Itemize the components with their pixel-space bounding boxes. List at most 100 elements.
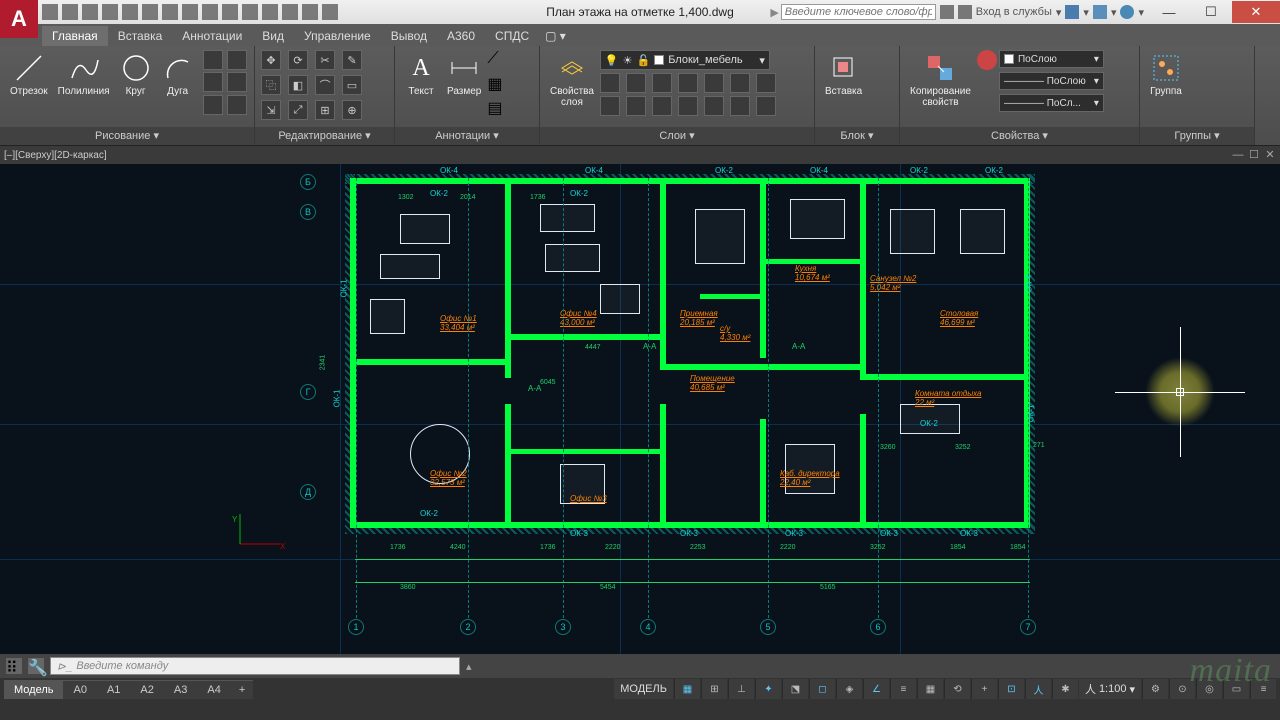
layout-tab[interactable]: A0 [63,680,96,699]
line-button[interactable]: Отрезок [6,50,52,99]
copy-icon[interactable]: ⿻ [261,75,281,95]
ribbon-tab-annotate[interactable]: Аннотации [172,26,252,46]
ribbon-tab-insert[interactable]: Вставка [108,26,173,46]
drawing-canvas[interactable]: Офис №133,404 м² Офис №232,573 м² Офис №… [0,164,1280,654]
ribbon-tab-output[interactable]: Вывод [381,26,437,46]
layer-tool-icon[interactable] [704,96,724,116]
annovisibility-icon[interactable]: ✱ [1052,679,1078,699]
group-button[interactable]: Группа [1146,50,1186,99]
annomonitor-toggle[interactable]: + [971,679,997,699]
scale-icon[interactable]: ⤢ [288,100,308,120]
stretch-icon[interactable]: ⇲ [261,100,281,120]
draw-tool-icon[interactable] [203,72,223,92]
group-tool-icon[interactable] [1188,50,1208,70]
search-input[interactable] [781,4,936,20]
layer-combo[interactable]: 💡 ☀ 🔓 Блоки_мебель ▾ [600,50,770,70]
linetype-combo[interactable]: ———— ПоСл...▾ [999,94,1104,112]
otrack-toggle[interactable]: ∠ [863,679,889,699]
app-logo[interactable]: A [0,0,38,38]
layer-tool-icon[interactable] [600,96,620,116]
circle-button[interactable]: Круг [116,50,156,99]
draw-tool-icon[interactable] [227,95,247,115]
ribbon-tab-view[interactable]: Вид [252,26,294,46]
rotate-icon[interactable]: ⟳ [288,50,308,70]
cmd-recent-icon[interactable]: ▴ [466,660,472,673]
cycling-toggle[interactable]: ⟲ [944,679,970,699]
lineweight-combo[interactable]: ———— ПоСлою▾ [999,72,1104,90]
close-button[interactable]: ✕ [1232,1,1280,23]
panel-title[interactable]: Рисование ▾ [0,127,254,145]
layer-properties-button[interactable]: Свойстваслоя [546,50,598,110]
ribbon-tab-a360[interactable]: A360 [437,26,485,46]
layout-tab[interactable]: A4 [197,680,230,699]
viewport-maximize-icon[interactable]: ☐ [1248,149,1260,161]
layer-tool-icon[interactable] [626,96,646,116]
qat-icon[interactable] [242,4,258,20]
layer-tool-icon[interactable] [600,73,620,93]
workspace-icon[interactable]: ⚙ [1142,679,1168,699]
panel-title[interactable]: Блок ▾ [815,127,899,145]
model-space-button[interactable]: МОДЕЛЬ [614,679,673,699]
qat-save-icon[interactable] [82,4,98,20]
cleanscreen-icon[interactable]: ▭ [1223,679,1249,699]
arc-button[interactable]: Дуга [158,50,198,99]
ribbon-tab-home[interactable]: Главная [42,26,108,46]
layout-tab[interactable]: A1 [97,680,130,699]
qat-icon[interactable] [202,4,218,20]
layer-tool-icon[interactable] [678,73,698,93]
viewport-close-icon[interactable]: ✕ [1264,149,1276,161]
dimension-button[interactable]: Размер [443,50,485,99]
trim-icon[interactable]: ✂ [315,50,335,70]
qat-redo-icon[interactable] [162,4,178,20]
layer-tool-icon[interactable] [652,73,672,93]
draw-tool-icon[interactable] [203,95,223,115]
annoscale-icon[interactable]: 人 [1025,679,1051,699]
panel-title[interactable]: Слои ▾ [540,127,814,145]
ribbon-tab-manage[interactable]: Управление [294,26,381,46]
isolate-icon[interactable]: ◎ [1196,679,1222,699]
scale-button[interactable]: 人1:100▾ [1079,679,1141,699]
layer-tool-icon[interactable] [626,73,646,93]
draw-tool-icon[interactable] [227,50,247,70]
exchange-icon[interactable] [1065,5,1079,19]
qat-open-icon[interactable] [62,4,78,20]
tool-icon[interactable]: ▭ [342,75,362,95]
transparency-toggle[interactable]: ▦ [917,679,943,699]
qat-new-icon[interactable] [42,4,58,20]
maximize-button[interactable]: ☐ [1190,1,1232,23]
text-button[interactable]: AТекст [401,50,441,99]
group-tool-icon[interactable] [1188,72,1208,92]
layer-tool-icon[interactable] [678,96,698,116]
panel-title[interactable]: Редактирование ▾ [255,127,394,145]
layer-tool-icon[interactable] [704,73,724,93]
layout-tab-model[interactable]: Модель [4,680,63,699]
mirror-icon[interactable]: ◧ [288,75,308,95]
viewport-label[interactable]: [–][Сверху][2D-каркас] [4,150,107,161]
viewport-minimize-icon[interactable]: — [1232,149,1244,161]
block-tool-icon[interactable] [868,72,888,92]
signin-area[interactable]: Вход в службы ▾ ▾ ▾ ▾ [936,5,1148,19]
layer-tool-icon[interactable] [730,96,750,116]
group-tool-icon[interactable] [1188,94,1208,114]
layer-tool-icon[interactable] [652,96,672,116]
cmd-handle-icon[interactable]: ⠿ [6,658,22,674]
prop-icon[interactable] [977,72,997,92]
qat-icon[interactable] [262,4,278,20]
insert-block-button[interactable]: Вставка [821,50,866,99]
qat-icon[interactable] [182,4,198,20]
array-icon[interactable]: ⊞ [315,100,335,120]
color-wheel-icon[interactable] [977,50,997,70]
hardware-accel-icon[interactable]: ⊙ [1169,679,1195,699]
layer-tool-icon[interactable] [756,96,776,116]
qat-print-icon[interactable] [122,4,138,20]
polar-toggle[interactable]: ✦ [755,679,781,699]
qat-undo-icon[interactable] [142,4,158,20]
qat-dropdown-icon[interactable] [322,4,338,20]
ortho-toggle[interactable]: ⊥ [728,679,754,699]
polyline-button[interactable]: Полилиния [54,50,114,99]
qat-saveas-icon[interactable] [102,4,118,20]
panel-title[interactable]: Аннотации ▾ [395,127,539,145]
layout-tab[interactable]: A3 [164,680,197,699]
layout-tab[interactable]: A2 [130,680,163,699]
leader-icon[interactable]: ⟋ [487,50,509,72]
